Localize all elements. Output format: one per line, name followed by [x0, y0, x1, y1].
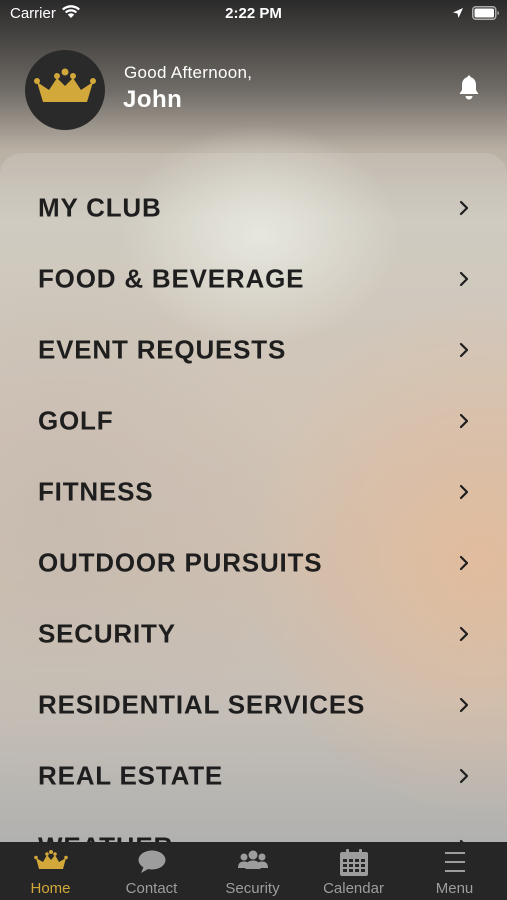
- menu-item-real-estate[interactable]: REAL ESTATE: [0, 740, 507, 811]
- crown-icon: [0, 849, 101, 875]
- menu-item-residential-services[interactable]: RESIDENTIAL SERVICES: [0, 669, 507, 740]
- status-bar: Carrier 2:22 PM: [0, 0, 507, 28]
- chevron-right-icon: [459, 555, 469, 571]
- tab-bar: Home Contact Security Calendar Menu: [0, 842, 507, 900]
- calendar-icon: [303, 849, 404, 876]
- menu-item-label: FOOD & BEVERAGE: [38, 263, 305, 294]
- clock: 2:22 PM: [225, 5, 282, 22]
- chevron-right-icon: [459, 626, 469, 642]
- menu-item-label: SECURITY: [38, 618, 176, 649]
- battery-icon: [472, 6, 500, 24]
- menu-item-event-requests[interactable]: EVENT REQUESTS: [0, 314, 507, 385]
- menu-item-food-beverage[interactable]: FOOD & BEVERAGE: [0, 243, 507, 314]
- chevron-right-icon: [459, 413, 469, 429]
- menu-item-label: MY CLUB: [38, 192, 162, 223]
- tab-menu[interactable]: Menu: [404, 842, 505, 900]
- menu-item-golf[interactable]: GOLF: [0, 385, 507, 456]
- tab-contact[interactable]: Contact: [101, 842, 202, 900]
- chevron-right-icon: [459, 484, 469, 500]
- menu-item-label: OUTDOOR PURSUITS: [38, 547, 323, 578]
- menu-item-security[interactable]: SECURITY: [0, 598, 507, 669]
- tab-label: Menu: [435, 880, 474, 897]
- menu-item-label: RESIDENTIAL SERVICES: [38, 689, 366, 720]
- chevron-right-icon: [459, 342, 469, 358]
- menu-item-fitness[interactable]: FITNESS: [0, 456, 507, 527]
- menu-panel: MY CLUB FOOD & BEVERAGE EVENT REQUESTS G…: [0, 153, 507, 843]
- chat-bubble-icon: [101, 849, 202, 875]
- bell-icon[interactable]: [457, 75, 481, 106]
- location-arrow-icon: [452, 6, 464, 23]
- menu-item-weather[interactable]: WEATHER: [0, 811, 507, 843]
- menu-item-label: GOLF: [38, 405, 114, 436]
- avatar[interactable]: [25, 50, 105, 130]
- menu-item-label: REAL ESTATE: [38, 760, 224, 791]
- tab-label: Calendar: [323, 880, 384, 897]
- tab-security[interactable]: Security: [202, 842, 303, 900]
- menu-item-label: FITNESS: [38, 476, 154, 507]
- hamburger-menu-icon: [404, 849, 505, 875]
- chevron-right-icon: [459, 200, 469, 216]
- menu-item-label: EVENT REQUESTS: [38, 334, 287, 365]
- chevron-right-icon: [459, 697, 469, 713]
- greeting-text: Good Afternoon,: [124, 63, 253, 82]
- chevron-right-icon: [459, 768, 469, 784]
- user-name: John: [123, 86, 183, 113]
- tab-label: Contact: [125, 880, 178, 897]
- people-group-icon: [202, 849, 303, 875]
- chevron-right-icon: [459, 271, 469, 287]
- tab-label: Home: [30, 880, 71, 897]
- tab-home[interactable]: Home: [0, 842, 101, 900]
- menu-item-my-club[interactable]: MY CLUB: [0, 172, 507, 243]
- crown-logo-icon: [34, 68, 96, 102]
- tab-calendar[interactable]: Calendar: [303, 842, 404, 900]
- tab-label: Security: [225, 880, 280, 897]
- menu-item-outdoor-pursuits[interactable]: OUTDOOR PURSUITS: [0, 527, 507, 598]
